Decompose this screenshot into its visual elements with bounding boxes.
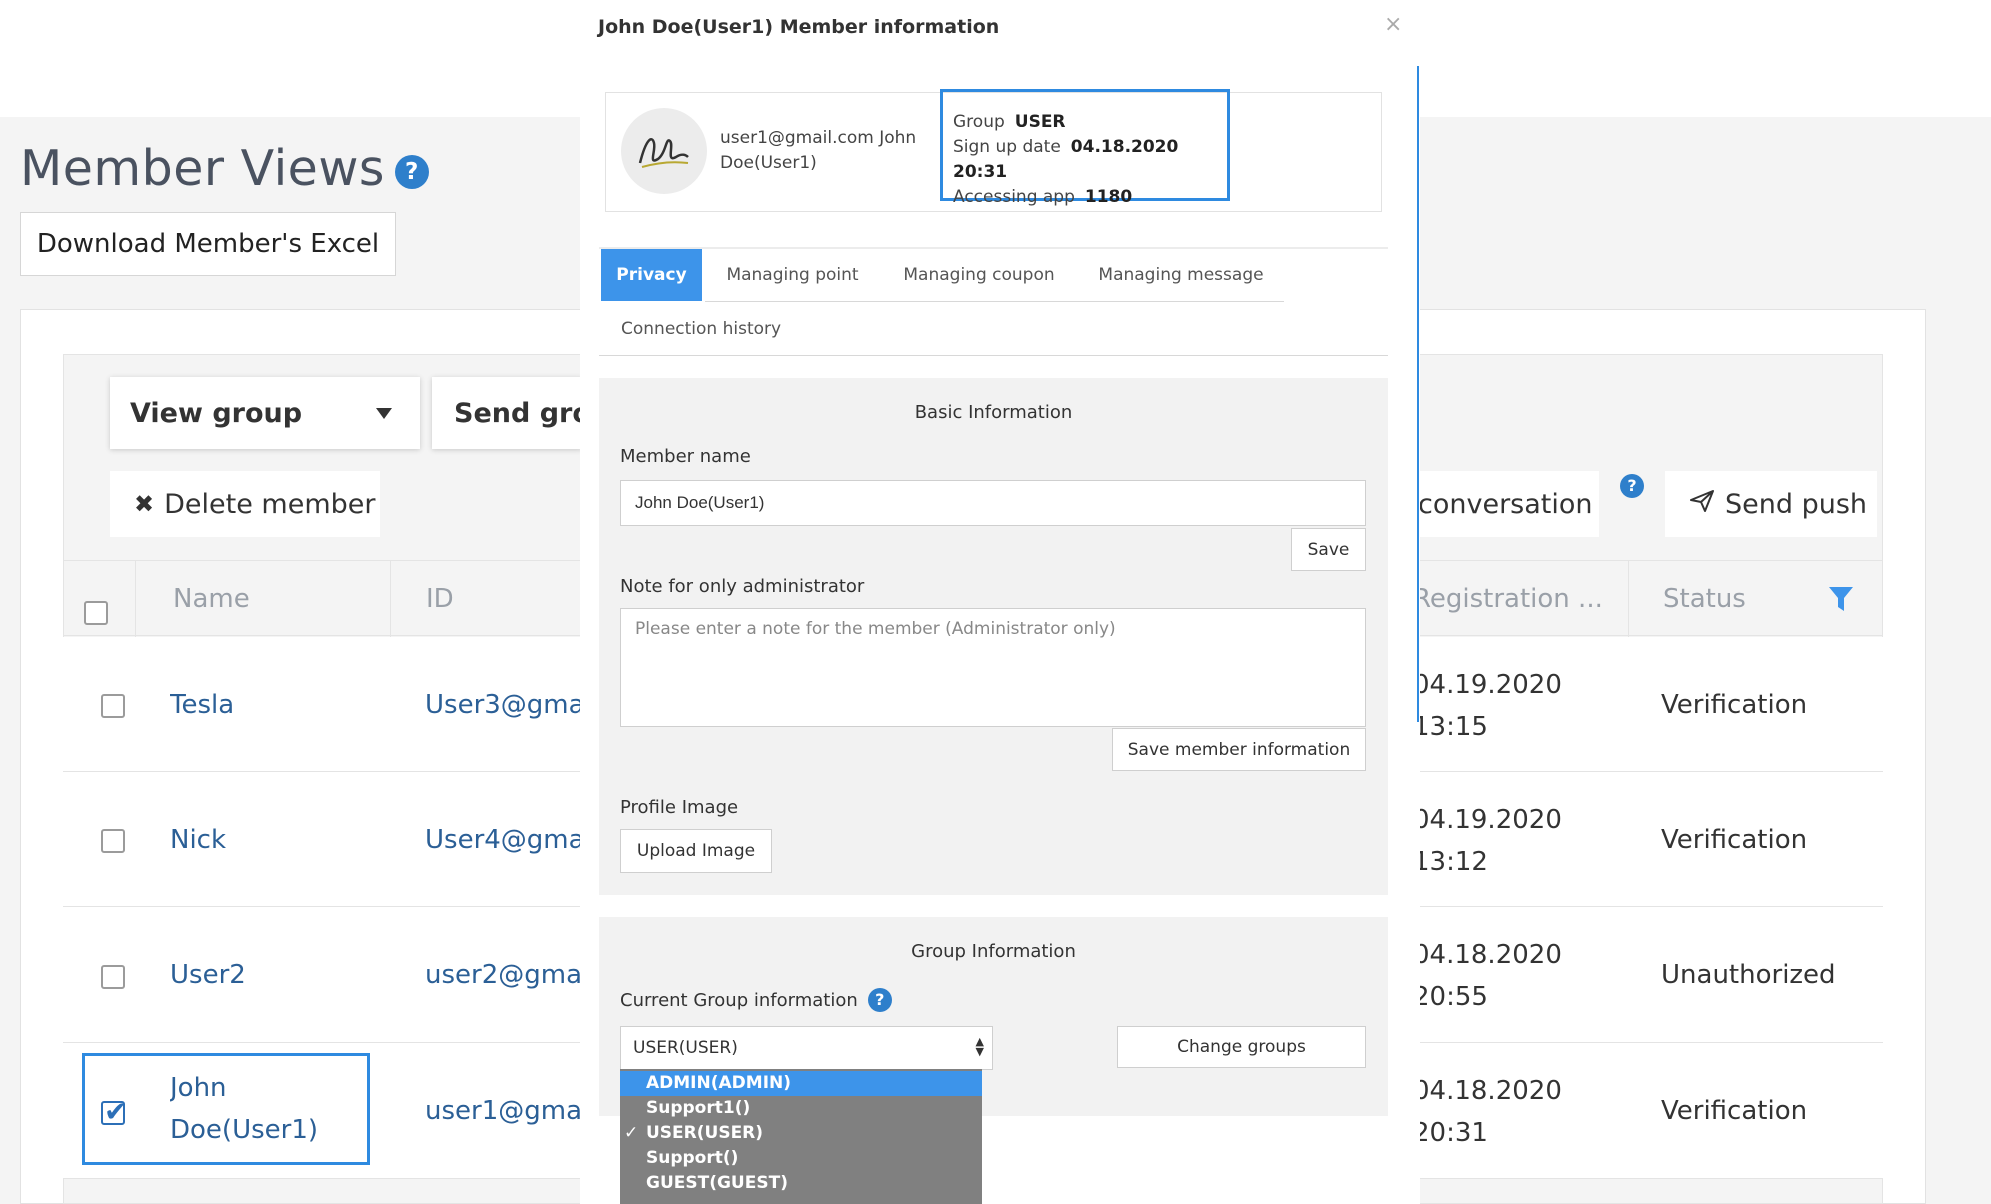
status-text: Unauthorized: [1661, 960, 1836, 990]
registration-time: 20:31: [1413, 1118, 1488, 1148]
group-value: USER: [1014, 112, 1066, 132]
view-group-label: View group: [130, 397, 303, 429]
member-id: User3@gmai: [425, 689, 585, 720]
tab-connection-history[interactable]: Connection history: [601, 303, 801, 355]
send-push-button[interactable]: Send push: [1665, 471, 1877, 537]
modal-edge-line: [1417, 66, 1419, 722]
tab-managing-point[interactable]: Managing point: [705, 249, 880, 301]
member-name-link[interactable]: User2: [170, 907, 246, 1043]
upload-image-button[interactable]: Upload Image: [620, 829, 772, 873]
admin-note-label: Note for only administrator: [620, 576, 865, 597]
registration-time: 20:55: [1413, 982, 1488, 1012]
column-name[interactable]: Name: [173, 561, 433, 637]
column-registration[interactable]: Registration ...: [1413, 561, 1673, 637]
registration-date: 04.19.2020: [1413, 805, 1562, 835]
download-excel-button[interactable]: Download Member's Excel: [20, 212, 396, 276]
dropdown-option[interactable]: ADMIN(ADMIN): [620, 1071, 982, 1096]
tab-underline: [705, 301, 1284, 302]
member-name-link[interactable]: Nick: [170, 772, 226, 907]
dropdown-option[interactable]: GUEST(GUEST): [620, 1171, 982, 1196]
help-icon[interactable]: ?: [394, 154, 429, 189]
checkmark-icon: ✓: [624, 1123, 639, 1143]
tab-managing-coupon[interactable]: Managing coupon: [884, 249, 1074, 301]
member-name-label: Member name: [620, 446, 751, 467]
tabs-divider: [599, 355, 1388, 356]
page-title: Member Views?: [20, 140, 429, 197]
selection-highlight: [82, 1053, 370, 1165]
help-icon[interactable]: ?: [867, 988, 892, 1012]
modal-title: John Doe(User1) Member information: [598, 16, 1000, 38]
send-push-label: Send push: [1725, 488, 1868, 520]
row-checkbox[interactable]: [101, 965, 125, 989]
registration-date: 04.18.2020: [1413, 1076, 1562, 1106]
save-name-button[interactable]: Save: [1291, 528, 1366, 571]
close-icon[interactable]: ×: [1384, 12, 1402, 37]
status-text: Verification: [1661, 1096, 1808, 1126]
conversation-help-icon[interactable]: ?: [1620, 474, 1644, 498]
basic-info-heading: Basic Information: [914, 402, 1073, 423]
current-group-label-text: Current Group information: [620, 989, 858, 1011]
group-label: Group: [953, 112, 1005, 132]
dropdown-option-selected[interactable]: ✓ USER(USER): [620, 1121, 982, 1146]
select-all-checkbox[interactable]: [84, 601, 108, 625]
signup-label: Sign up date: [953, 137, 1061, 157]
conversation-button[interactable]: conversation: [1418, 471, 1599, 537]
profile-image-label: Profile Image: [620, 797, 739, 818]
dropdown-option[interactable]: Support(): [620, 1146, 982, 1171]
group-select[interactable]: USER(USER) ▲ ▼: [620, 1026, 993, 1070]
group-dropdown-list: ADMIN(ADMIN) Support1() ✓ USER(USER) Supp…: [620, 1069, 982, 1204]
caret-down-icon: [376, 407, 392, 419]
dropdown-option[interactable]: Support1(): [620, 1096, 982, 1121]
status-text: Verification: [1661, 824, 1808, 855]
member-name-input[interactable]: [620, 480, 1366, 526]
group-select-value: USER(USER): [633, 1038, 738, 1058]
view-group-dropdown[interactable]: View group: [110, 377, 420, 449]
delete-member-button[interactable]: ✖ Delete member: [110, 471, 380, 537]
member-id: user1@gmai: [425, 1096, 585, 1126]
avatar: [621, 108, 707, 194]
profile-info-box: Group USER Sign up date 04.18.2020 20:31 A…: [940, 89, 1230, 207]
member-name-link[interactable]: Tesla: [170, 637, 234, 772]
tab-managing-message[interactable]: Managing message: [1078, 249, 1284, 301]
app-value: 1180: [1084, 187, 1133, 207]
paper-plane-icon: [1689, 489, 1715, 519]
member-id: user2@gmai: [425, 960, 585, 990]
registration-time: 13:15: [1413, 712, 1488, 742]
column-id[interactable]: ID: [426, 561, 576, 637]
admin-note-textarea[interactable]: Please enter a note for the member (Admi…: [620, 608, 1366, 727]
close-icon: ✖: [134, 490, 155, 518]
row-checkbox[interactable]: [101, 694, 125, 718]
app-label: Accessing app: [953, 187, 1075, 207]
group-info-heading: Group Information: [911, 941, 1076, 962]
row-checkbox[interactable]: [101, 829, 125, 853]
current-group-label: Current Group information ?: [620, 988, 892, 1012]
tab-privacy[interactable]: Privacy: [601, 249, 702, 301]
registration-time: 13:12: [1413, 847, 1488, 877]
registration-date: 04.18.2020: [1413, 940, 1562, 970]
updown-arrow-icon: ▲ ▼: [975, 1035, 984, 1058]
dropdown-option-label: USER(USER): [646, 1123, 764, 1143]
send-group-button[interactable]: Send grou: [432, 377, 582, 449]
status-text: Verification: [1661, 689, 1808, 720]
filter-icon[interactable]: [1828, 585, 1854, 617]
profile-email-name: user1@gmail.com John Doe(User1): [720, 128, 917, 173]
save-member-info-button[interactable]: Save member information: [1112, 728, 1366, 771]
column-status[interactable]: Status: [1663, 561, 1813, 637]
change-groups-button[interactable]: Change groups: [1117, 1026, 1366, 1068]
delete-member-label: Delete member: [164, 488, 376, 520]
member-id: User4@gmai: [425, 824, 585, 855]
registration-date: 04.19.2020: [1413, 670, 1562, 700]
